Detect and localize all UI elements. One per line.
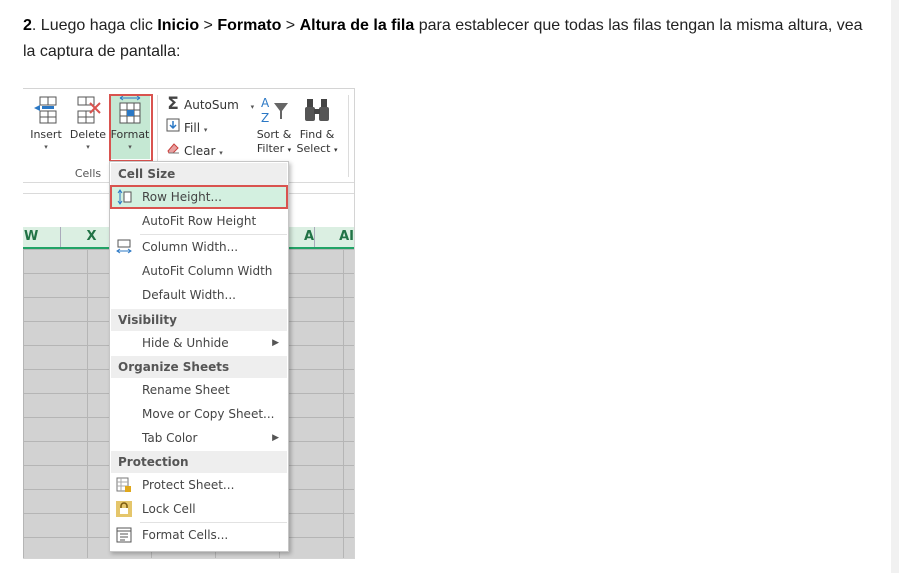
menu-item-hide-unhide[interactable]: Hide & Unhide ▶ bbox=[111, 332, 287, 354]
find-select-label-2: Select bbox=[296, 142, 331, 155]
protect-sheet-icon bbox=[116, 477, 132, 493]
submenu-arrow-icon: ▶ bbox=[272, 433, 279, 443]
menu-item-rename-sheet[interactable]: Rename Sheet bbox=[111, 379, 287, 401]
menu-item-default-width[interactable]: Default Width... bbox=[111, 284, 287, 306]
delete-label: Delete bbox=[69, 128, 107, 141]
protect-sheet-label: Protect Sheet... bbox=[142, 478, 235, 492]
insert-button[interactable]: Insert ▾ bbox=[27, 95, 65, 152]
row-height-label: Row Height... bbox=[142, 190, 222, 204]
row-height-icon bbox=[116, 189, 132, 205]
article-paragraph: 2. Luego haga clic Inicio > Formato > Al… bbox=[23, 13, 873, 65]
find-select-button[interactable]: Find & Select ▾ bbox=[295, 95, 339, 157]
step-text-2: > bbox=[199, 17, 218, 34]
move-copy-sheet-label: Move or Copy Sheet... bbox=[142, 407, 275, 421]
menu-item-autofit-column-width[interactable]: AutoFit Column Width bbox=[111, 260, 287, 282]
delete-button[interactable]: Delete ▾ bbox=[69, 95, 107, 152]
format-cells-dialog-icon bbox=[116, 527, 132, 543]
hide-unhide-label: Hide & Unhide bbox=[142, 336, 229, 350]
clear-button[interactable]: Clear ▾ bbox=[165, 141, 223, 159]
insert-dropdown-icon: ▾ bbox=[44, 143, 48, 151]
bold-altura: Altura de la fila bbox=[299, 17, 415, 34]
menu-item-format-cells[interactable]: Format Cells... bbox=[111, 524, 287, 546]
sigma-icon: Σ bbox=[167, 94, 179, 114]
eraser-icon bbox=[165, 141, 181, 160]
fill-dropdown-icon: ▾ bbox=[203, 126, 208, 134]
fill-label: Fill bbox=[184, 121, 201, 135]
rename-sheet-label: Rename Sheet bbox=[142, 383, 230, 397]
clear-dropdown-icon: ▾ bbox=[219, 149, 223, 157]
page-scrollbar[interactable] bbox=[891, 0, 899, 573]
menu-item-move-copy-sheet[interactable]: Move or Copy Sheet... bbox=[111, 403, 287, 425]
sort-filter-label-2: Filter bbox=[256, 142, 285, 155]
delete-cells-icon bbox=[77, 96, 101, 124]
autosum-label: AutoSum bbox=[184, 98, 239, 112]
fill-button[interactable]: Fill ▾ bbox=[165, 118, 207, 136]
autofit-column-width-label: AutoFit Column Width bbox=[142, 264, 273, 278]
binoculars-icon bbox=[305, 99, 329, 121]
bold-inicio: Inicio bbox=[157, 17, 200, 34]
column-width-icon bbox=[116, 239, 132, 255]
autosum-button[interactable]: Σ AutoSum ▾ bbox=[165, 95, 254, 113]
menu-item-row-height[interactable]: Row Height... bbox=[110, 185, 288, 209]
default-width-label: Default Width... bbox=[142, 288, 236, 302]
lock-cell-label: Lock Cell bbox=[142, 502, 196, 516]
svg-text:Z: Z bbox=[261, 111, 269, 125]
bold-formato: Formato bbox=[217, 17, 282, 34]
step-text-3: > bbox=[281, 17, 300, 34]
column-header[interactable]: AI bbox=[316, 227, 354, 247]
section-organize-sheets: Organize Sheets bbox=[111, 356, 287, 378]
delete-dropdown-icon: ▾ bbox=[86, 143, 90, 151]
menu-item-lock-cell[interactable]: Lock Cell bbox=[111, 498, 287, 520]
column-header[interactable]: W bbox=[23, 227, 61, 247]
autofit-row-height-label: AutoFit Row Height bbox=[142, 214, 257, 228]
clear-label: Clear bbox=[184, 144, 216, 158]
find-select-label-1: Find & bbox=[299, 128, 335, 141]
step-text-1: . Luego haga clic bbox=[31, 17, 158, 34]
lock-icon bbox=[116, 501, 132, 517]
format-cells-label: Format Cells... bbox=[142, 528, 229, 542]
format-dropdown-menu: Cell Size Row Height... AutoFit Row Heig… bbox=[109, 161, 289, 552]
menu-item-autofit-row-height[interactable]: AutoFit Row Height bbox=[111, 210, 287, 232]
column-width-label: Column Width... bbox=[142, 240, 239, 254]
menu-item-tab-color[interactable]: Tab Color ▶ bbox=[111, 427, 287, 449]
group-separator-2 bbox=[348, 95, 349, 177]
submenu-arrow-icon: ▶ bbox=[272, 338, 279, 348]
sort-filter-button[interactable]: A Z Sort & Filter ▾ bbox=[253, 95, 295, 157]
section-cell-size: Cell Size bbox=[111, 163, 287, 185]
menu-item-column-width[interactable]: Column Width... bbox=[111, 236, 287, 258]
fill-down-icon bbox=[165, 118, 181, 137]
sort-filter-dropdown-icon: ▾ bbox=[287, 146, 292, 154]
section-protection: Protection bbox=[111, 451, 287, 473]
insert-cells-icon bbox=[34, 96, 57, 124]
menu-divider bbox=[140, 234, 287, 235]
sort-filter-icon: A Z bbox=[261, 96, 288, 125]
menu-item-protect-sheet[interactable]: Protect Sheet... bbox=[111, 474, 287, 496]
menu-divider bbox=[140, 522, 287, 523]
step-number: 2 bbox=[23, 17, 32, 34]
sort-filter-label-1: Sort & bbox=[256, 128, 292, 141]
insert-label: Insert bbox=[30, 128, 62, 141]
svg-text:A: A bbox=[261, 96, 270, 110]
find-select-dropdown-icon: ▾ bbox=[333, 146, 338, 154]
section-visibility: Visibility bbox=[111, 309, 287, 331]
format-highlight-box bbox=[109, 94, 153, 162]
tab-color-label: Tab Color bbox=[142, 431, 198, 445]
